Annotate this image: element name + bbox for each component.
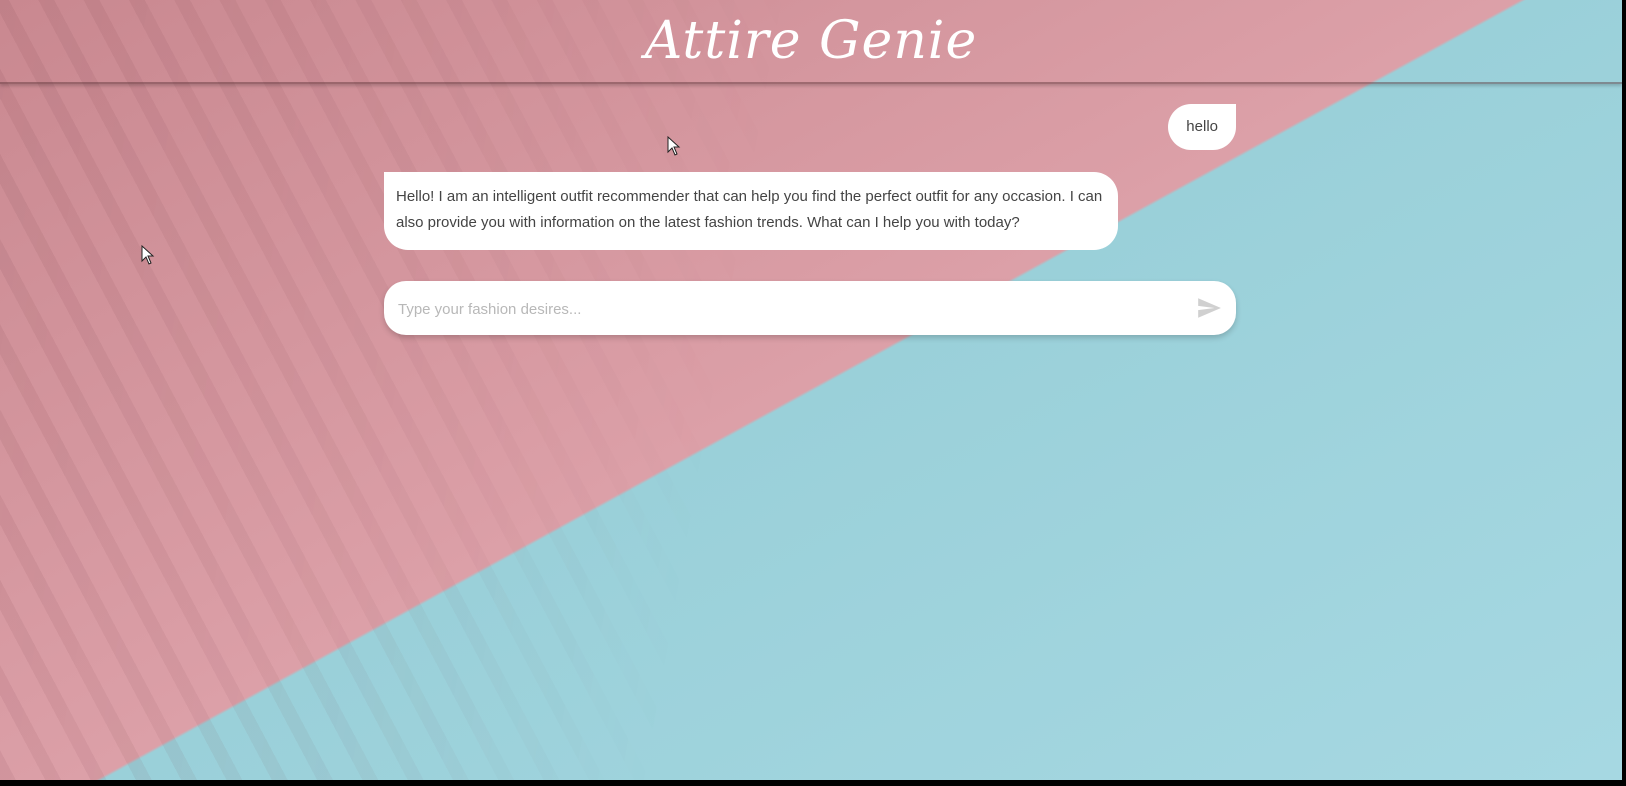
mouse-cursor-icon bbox=[141, 245, 155, 265]
message-input-bar bbox=[384, 281, 1236, 337]
background-texture bbox=[0, 0, 1622, 780]
header: Attire Genie bbox=[0, 0, 1622, 84]
app-window: Attire Genie hello Hello! I am an intell… bbox=[0, 0, 1622, 780]
message-input[interactable] bbox=[396, 281, 1180, 337]
send-icon[interactable] bbox=[1196, 295, 1222, 321]
app-title: Attire Genie bbox=[644, 11, 978, 71]
user-message: hello bbox=[1168, 104, 1236, 150]
mouse-cursor-icon bbox=[667, 136, 681, 156]
bot-message: Hello! I am an intelligent outfit recomm… bbox=[384, 172, 1118, 250]
